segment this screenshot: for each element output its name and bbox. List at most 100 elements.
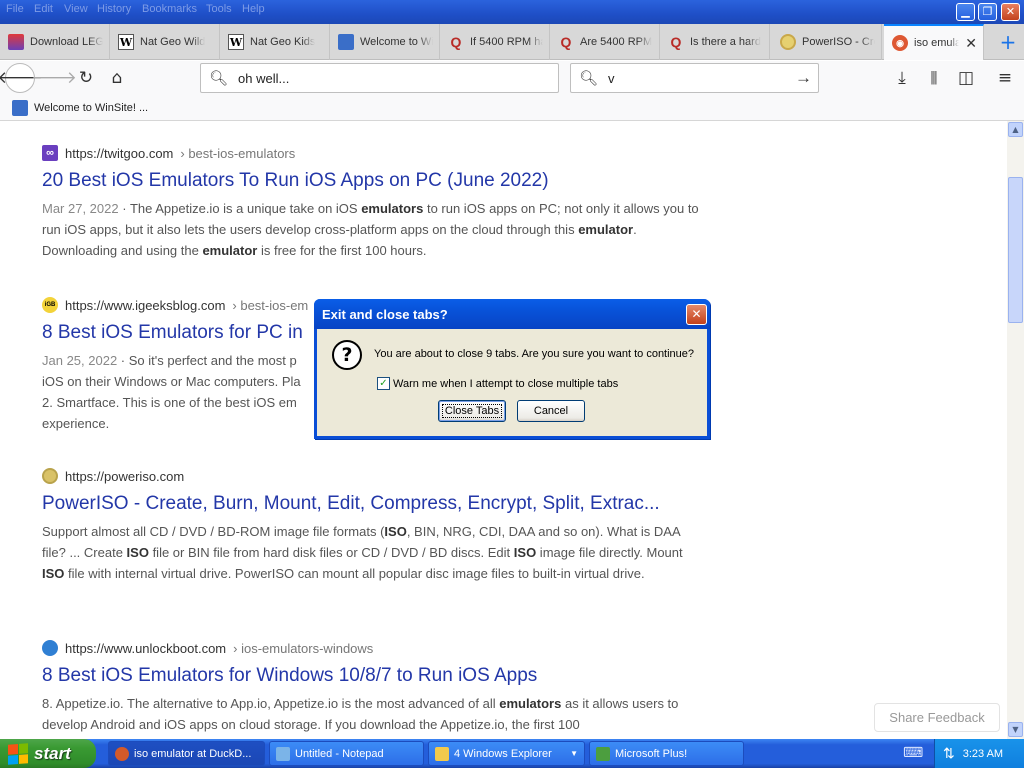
firefox-icon — [115, 746, 129, 761]
taskbar-item-notepad[interactable]: Untitled - Notepad — [269, 741, 424, 766]
window-close-button[interactable]: ✕ — [1001, 3, 1020, 21]
tab-title: iso emulator — [914, 37, 959, 49]
tab[interactable]: PowerISO - Create — [772, 24, 882, 60]
home-icon: ⌂ — [111, 68, 123, 88]
tab-title: Nat Geo Kids — [250, 36, 316, 48]
search-input[interactable]: v — [608, 71, 615, 86]
go-arrow-icon[interactable]: → — [795, 68, 812, 88]
home-button[interactable]: ⌂ — [103, 64, 131, 92]
vertical-scrollbar[interactable]: ▲ ▼ — [1007, 121, 1024, 739]
search-result: ∞ https://twitgoo.com › best-ios-emulato… — [42, 144, 702, 261]
menu-button[interactable]: ≡ — [991, 64, 1019, 92]
library-button[interactable]: ⫼ — [920, 64, 948, 92]
close-tabs-dialog: Exit and close tabs? ✕ ? You are about t… — [314, 299, 710, 439]
tab-title: Download LEGO — [30, 36, 103, 48]
taskbar-item-firefox[interactable]: iso emulator at DuckD... — [108, 741, 265, 766]
close-tabs-label: Close Tabs — [441, 404, 503, 418]
result-domain[interactable]: https://www.igeeksblog.com — [65, 298, 225, 313]
microsoft-plus-icon — [596, 746, 610, 761]
tab[interactable]: W Nat Geo Wild — [110, 24, 220, 60]
result-domain[interactable]: https://twitgoo.com — [65, 146, 173, 161]
url-bar[interactable]: 🔍︎ oh well... — [200, 63, 559, 93]
menu-bar: File Edit View History Bookmarks Tools H… — [0, 0, 1024, 24]
restore-button[interactable]: ❐ — [978, 3, 997, 21]
cancel-button[interactable]: Cancel — [517, 400, 585, 422]
bookmark-item[interactable]: Welcome to WinSite! ... — [12, 100, 148, 116]
task-label: iso emulator at DuckD... — [134, 747, 252, 760]
result-path: › best-ios-emulators — [180, 145, 296, 161]
url-input[interactable]: oh well... — [238, 71, 289, 86]
start-button[interactable]: start — [0, 739, 96, 768]
tab-active[interactable]: ◉ iso emulator ✕ — [884, 24, 984, 60]
start-label: start — [34, 743, 71, 763]
menu-view[interactable]: View — [64, 3, 88, 15]
question-icon: ? — [332, 340, 362, 370]
menu-edit[interactable]: Edit — [34, 3, 53, 15]
scroll-down-arrow-icon[interactable]: ▼ — [1008, 722, 1023, 737]
result-title-link[interactable]: 8 Best iOS Emulators for Windows 10/8/7 … — [42, 665, 702, 687]
menu-bookmarks[interactable]: Bookmarks — [142, 3, 197, 15]
hamburger-menu-icon: ≡ — [997, 68, 1013, 88]
tab-title: PowerISO - Create — [802, 36, 875, 48]
result-source: https://poweriso.com — [42, 467, 702, 485]
result-date: Jan 25, 2022 — [42, 353, 118, 368]
navigation-bar: 🡐 🡒 ↻ ⌂ 🔍︎ oh well... 🔍︎ v → ⤓ ⫼ ◫ ≡ — [0, 61, 1024, 96]
result-source: https://www.unlockboot.com › ios-emulato… — [42, 639, 702, 657]
taskbar-item-microsoft-plus[interactable]: Microsoft Plus! — [589, 741, 744, 766]
notepad-icon — [276, 746, 290, 761]
folder-icon — [435, 746, 449, 761]
forward-button[interactable]: 🡒 — [31, 64, 77, 92]
result-domain[interactable]: https://poweriso.com — [65, 469, 184, 484]
download-icon: ⤓ — [898, 68, 906, 88]
new-tab-button[interactable]: + — [996, 30, 1020, 54]
menu-file[interactable]: File — [6, 3, 24, 15]
search-icon: 🔍︎ — [209, 70, 229, 87]
menu-help[interactable]: Help — [242, 3, 265, 15]
share-feedback-button[interactable]: Share Feedback — [874, 703, 1000, 732]
result-domain[interactable]: https://www.unlockboot.com — [65, 641, 226, 656]
result-snippet: Mar 27, 2022 · The Appetize.io is a uniq… — [42, 201, 699, 258]
warn-checkbox-label[interactable]: Warn me when I attempt to close multiple… — [393, 378, 618, 390]
network-icon[interactable]: ⇅ — [943, 745, 955, 762]
tab[interactable]: Q If 5400 RPM hard — [440, 24, 550, 60]
search-result: https://www.unlockboot.com › ios-emulato… — [42, 639, 702, 735]
tab[interactable]: Q Are 5400 RPM — [550, 24, 660, 60]
scrollbar-thumb[interactable] — [1008, 177, 1023, 323]
result-path: › best-ios-em — [232, 297, 309, 313]
menu-history[interactable]: History — [97, 3, 131, 15]
taskbar-item-explorer-group[interactable]: 4 Windows Explorer ▼ — [428, 741, 585, 766]
search-bar[interactable]: 🔍︎ v → — [570, 63, 819, 93]
search-icon: 🔍︎ — [579, 70, 599, 87]
quora-favicon-icon: Q — [670, 34, 682, 50]
close-tab-icon[interactable]: ✕ — [965, 35, 977, 52]
downloads-button[interactable]: ⤓ — [888, 64, 916, 92]
keyboard-icon[interactable]: ⌨ — [903, 745, 923, 761]
bookmarks-bar: Welcome to WinSite! ... — [0, 96, 1024, 121]
winsite-favicon-icon — [12, 100, 28, 116]
igeeksblog-favicon-icon: iGB — [42, 297, 58, 313]
result-title-link[interactable]: 20 Best iOS Emulators To Run iOS Apps on… — [42, 170, 702, 192]
tab[interactable]: W Nat Geo Kids — [220, 24, 330, 60]
wikipedia-favicon-icon: W — [228, 34, 244, 50]
tab[interactable]: Download LEGO — [0, 24, 110, 60]
reload-button[interactable]: ↻ — [72, 64, 100, 92]
dialog-message: You are about to close 9 tabs. Are you s… — [374, 348, 695, 360]
sidebar-button[interactable]: ◫ — [952, 64, 980, 92]
search-result: https://poweriso.com PowerISO - Create, … — [42, 467, 702, 584]
tab[interactable]: Q Is there a hard — [660, 24, 770, 60]
result-path: › ios-emulators-windows — [233, 640, 374, 656]
warn-checkbox[interactable]: ✓ — [377, 377, 390, 390]
minimize-button[interactable]: ▁ — [956, 3, 975, 21]
bookmark-label: Welcome to WinSite! ... — [34, 102, 149, 114]
dialog-close-button[interactable]: ✕ — [686, 304, 707, 325]
clock[interactable]: 3:23 AM — [963, 748, 1003, 760]
windows-logo-icon — [8, 742, 28, 765]
result-title-link[interactable]: PowerISO - Create, Burn, Mount, Edit, Co… — [42, 493, 702, 515]
result-snippet: Support almost all CD / DVD / BD-ROM ima… — [42, 524, 683, 581]
close-tabs-button[interactable]: Close Tabs — [438, 400, 506, 422]
sidebar-icon: ◫ — [957, 68, 975, 88]
scroll-up-arrow-icon[interactable]: ▲ — [1008, 122, 1023, 137]
tab[interactable]: Welcome to WinSite — [330, 24, 440, 60]
menu-tools[interactable]: Tools — [206, 3, 232, 15]
tab-strip: Download LEGO W Nat Geo Wild W Nat Geo K… — [0, 24, 1024, 60]
